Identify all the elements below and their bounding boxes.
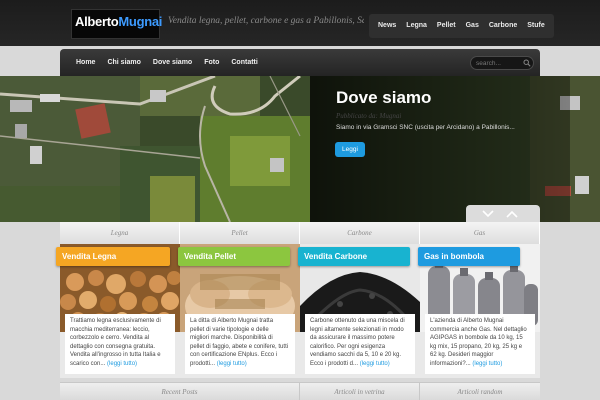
tab-carbone[interactable]: Carbone — [300, 222, 420, 244]
main-nav-dove-siamo[interactable]: Dove siamo — [147, 49, 198, 76]
desc-line-text: Ecco i prodotti d... — [310, 360, 359, 367]
desc-line: da assicurare il massimo potere — [310, 335, 395, 342]
top-navigation: News Legna Pellet Gas Carbone Stufe — [369, 14, 554, 38]
desc-line: 62 kg. Desideri maggior — [430, 352, 494, 359]
site-tagline: Vendita legna, pellet, carbone e gas a P… — [168, 16, 364, 26]
main-nav-chi-siamo[interactable]: Chi siamo — [101, 49, 146, 76]
desc-line: corbezzolo e cerro. Vendita al — [70, 335, 150, 342]
main-menu-bar: Home Chi siamo Dove siamo Foto Contatti — [60, 49, 540, 76]
chevron-down-icon[interactable] — [481, 208, 495, 220]
product-title-legna[interactable]: Vendita Legna — [56, 247, 170, 266]
hero-read-button[interactable]: Leggi — [335, 142, 365, 157]
product-title-gas[interactable]: Gas in bombola — [418, 247, 520, 266]
main-nav-home[interactable]: Home — [70, 49, 101, 76]
desc-line: commercia anche Gas. Nel dettaglio — [430, 326, 527, 333]
logo-text-mugnai: Mugnai — [118, 14, 163, 29]
chevron-up-icon[interactable] — [505, 208, 519, 220]
slider-controls — [466, 205, 540, 223]
top-nav-pellet[interactable]: Pellet — [432, 14, 461, 38]
tab-gas[interactable]: Gas — [420, 222, 540, 244]
desc-line: kg mix, 15 propano, 20 kg, 25 kg e — [430, 343, 523, 350]
bottom-widget-tabs: Recent Posts Articoli in vetrina Articol… — [60, 382, 540, 400]
desc-line: con certificazione ENplus. Ecco i — [190, 352, 278, 359]
desc-line: informazioni?... (leggi tutto) — [430, 360, 530, 369]
desc-line-text: informazioni?... — [430, 360, 471, 367]
desc-line: legni altamente selezionati in modo — [310, 326, 404, 333]
desc-line-text: scarico con... — [70, 360, 106, 367]
desc-line: AGIPGAS in bombole da 10 kg, 15 — [430, 335, 523, 342]
read-more-link[interactable]: (leggi tutto) — [472, 361, 502, 367]
desc-line: macchia mediterranea: leccio, — [70, 326, 150, 333]
desc-line: pellet di faggio, abete e conifere, tutt… — [190, 343, 289, 350]
product-title-pellet[interactable]: Vendita Pellet — [178, 247, 290, 266]
top-nav-news[interactable]: News — [373, 14, 401, 38]
product-description-legna: Trattiamo legna esclusivamente di macchi… — [65, 314, 175, 374]
tab-pellet[interactable]: Pellet — [180, 222, 300, 244]
product-title-carbone[interactable]: Vendita Carbone — [298, 247, 410, 266]
site-logo[interactable]: AlbertoMugnai — [71, 9, 163, 39]
hero-slider: Dove siamo Pubblicato da: Mugnai Siamo i… — [0, 76, 600, 222]
top-nav-gas[interactable]: Gas — [461, 14, 484, 38]
desc-line: Carbone ottenuto da una miscela di — [310, 318, 405, 324]
page: AlbertoMugnai Vendita legna, pellet, car… — [0, 0, 600, 400]
desc-line: migliori marche. Disponibilità di — [190, 335, 273, 342]
main-nav-contatti[interactable]: Contatti — [225, 49, 263, 76]
desc-line: Trattiamo legna esclusivamente di — [70, 318, 161, 324]
search-box — [470, 56, 534, 70]
desc-line: scarico con... (leggi tutto) — [70, 360, 170, 369]
tab-featured-articles[interactable]: Articoli in vetrina — [300, 383, 420, 400]
product-description-pellet: La ditta di Alberto Mugnai tratta pellet… — [185, 314, 295, 374]
desc-line: Vendita all'ingrosso in tutta Italia e — [70, 352, 161, 359]
desc-line: dettaglio con consegna gratuita. — [70, 343, 156, 350]
desc-line-text: prodotti... — [190, 360, 216, 367]
desc-line: prodotti... (leggi tutto) — [190, 360, 290, 369]
desc-line: calorifico. Per ogni esigenza — [310, 343, 386, 350]
product-section: Legna Pellet Carbone Gas Vendita Legna V… — [56, 222, 540, 378]
read-more-link[interactable]: (leggi tutto) — [360, 361, 390, 367]
tab-recent-posts[interactable]: Recent Posts — [60, 383, 300, 400]
top-nav-stufe[interactable]: Stufe — [522, 14, 550, 38]
desc-line: pellet di varie tipologie e delle — [190, 326, 269, 333]
read-more-link[interactable]: (leggi tutto) — [107, 361, 137, 367]
hero-byline: Pubblicato da: Mugnai — [336, 112, 402, 120]
main-nav-foto[interactable]: Foto — [198, 49, 225, 76]
product-description-gas: L'azienda di Alberto Mugnai commercia an… — [425, 314, 535, 374]
search-input[interactable] — [476, 57, 520, 69]
product-description-carbone: Carbone ottenuto da una miscela di legni… — [305, 314, 415, 374]
desc-line: vendiamo sacchi da 5, 10 e 20 kg. — [310, 352, 402, 359]
top-nav-carbone[interactable]: Carbone — [484, 14, 522, 38]
main-navigation: Home Chi siamo Dove siamo Foto Contatti — [70, 49, 264, 76]
tab-random-articles[interactable]: Articoli random — [420, 383, 540, 400]
read-more-link[interactable]: (leggi tutto) — [217, 361, 247, 367]
desc-line: La ditta di Alberto Mugnai tratta — [190, 318, 274, 324]
hero-text: Siamo in via Gramsci SNC (uscita per Arc… — [336, 124, 515, 131]
top-nav-legna[interactable]: Legna — [401, 14, 432, 38]
desc-line: L'azienda di Alberto Mugnai — [430, 318, 504, 324]
header-bar: AlbertoMugnai Vendita legna, pellet, car… — [0, 0, 600, 46]
logo-text-alberto: Alberto — [75, 14, 119, 29]
hero-title[interactable]: Dove siamo — [336, 88, 431, 108]
desc-line: Ecco i prodotti d... (leggi tutto) — [310, 360, 410, 369]
tab-legna[interactable]: Legna — [60, 222, 180, 244]
search-icon[interactable] — [523, 59, 531, 67]
